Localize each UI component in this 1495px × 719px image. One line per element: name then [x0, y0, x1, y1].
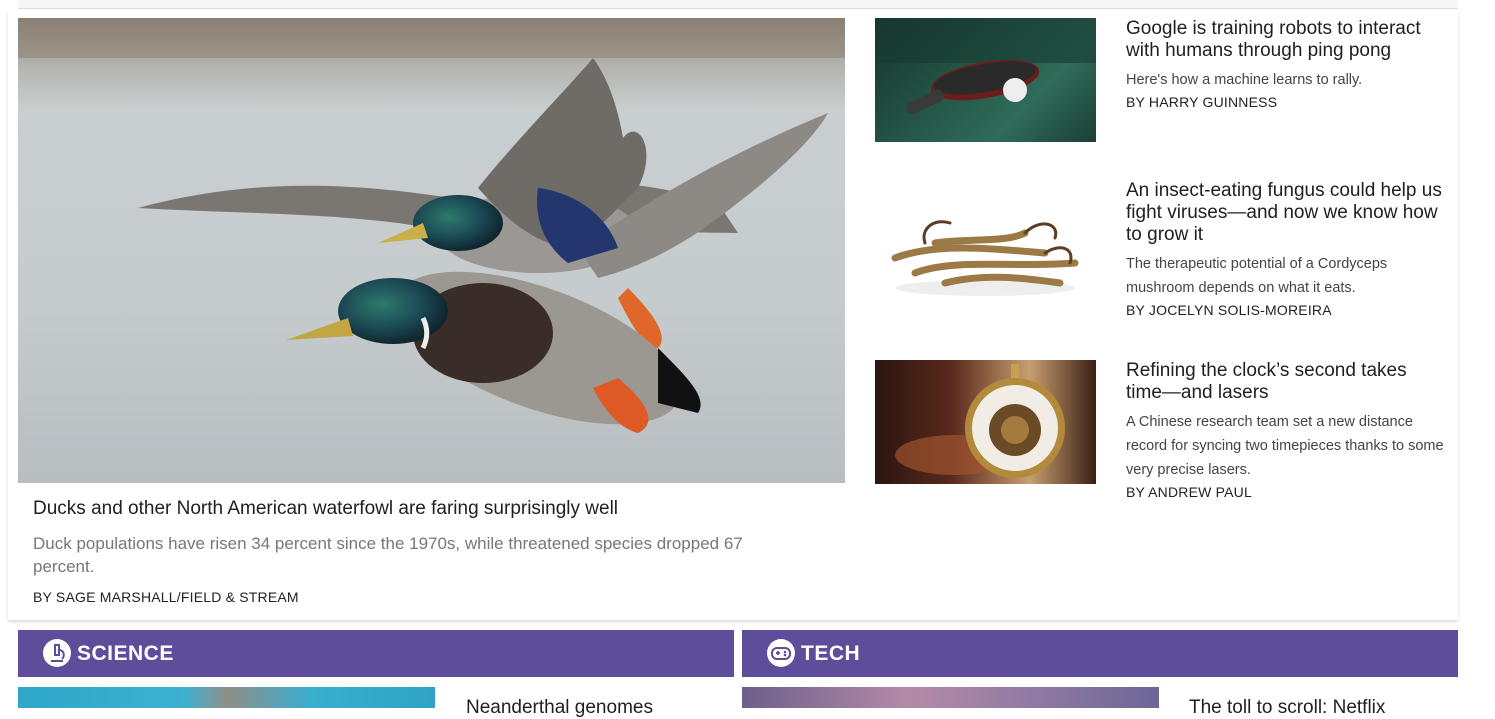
story-headline[interactable]: An insect-eating fungus could help us fi…	[1126, 180, 1446, 246]
story-headline[interactable]: Google is training robots to interact wi…	[1126, 18, 1446, 62]
story-summary: The therapeutic potential of a Cordyceps…	[1126, 256, 1388, 296]
story-item: Refining the clock’s second takes time—a…	[875, 360, 1445, 510]
top-divider	[18, 0, 1458, 9]
hero-byline[interactable]: BY SAGE MARSHALL/FIELD & STREAM	[33, 589, 299, 605]
story-headline[interactable]: Refining the clock’s second takes time—a…	[1126, 360, 1446, 404]
science-story-headline[interactable]: Neanderthal genomes	[466, 697, 653, 719]
story-thumbnail-cordyceps[interactable]	[875, 188, 1096, 312]
tech-story-headline[interactable]: The toll to scroll: Netflix	[1189, 697, 1385, 719]
story-byline[interactable]: BY ANDREW PAUL	[1126, 484, 1446, 500]
science-story-image[interactable]	[18, 687, 435, 708]
hero-image-ducks[interactable]	[18, 18, 845, 483]
story-byline[interactable]: BY JOCELYN SOLIS-MOREIRA	[1126, 302, 1446, 318]
story-thumbnail-ping-pong[interactable]	[875, 18, 1096, 142]
section-header-science[interactable]: SCIENCE	[18, 630, 734, 677]
section-label: TECH	[801, 642, 861, 665]
story-item: Google is training robots to interact wi…	[875, 18, 1445, 148]
hero-headline[interactable]: Ducks and other North American waterfowl…	[33, 498, 833, 520]
gamepad-icon	[767, 639, 795, 667]
story-item: An insect-eating fungus could help us fi…	[875, 180, 1445, 330]
tech-story-image[interactable]	[742, 687, 1159, 708]
microscope-icon	[43, 639, 71, 667]
story-thumbnail-pocket-watch[interactable]	[875, 360, 1096, 484]
section-label: SCIENCE	[77, 642, 174, 665]
section-header-tech[interactable]: TECH	[742, 630, 1458, 677]
story-byline[interactable]: BY HARRY GUINNESS	[1126, 94, 1446, 110]
story-summary: A Chinese research team set a new distan…	[1126, 414, 1444, 478]
hero-summary: Duck populations have risen 34 percent s…	[33, 534, 743, 576]
story-summary: Here's how a machine learns to rally.	[1126, 72, 1363, 88]
